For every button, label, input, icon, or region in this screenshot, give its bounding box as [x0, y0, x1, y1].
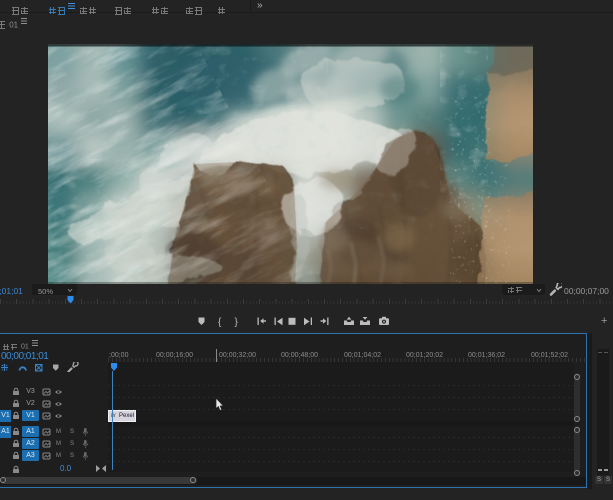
- svg-text:}: }: [235, 317, 239, 327]
- svg-text:{: {: [218, 317, 222, 327]
